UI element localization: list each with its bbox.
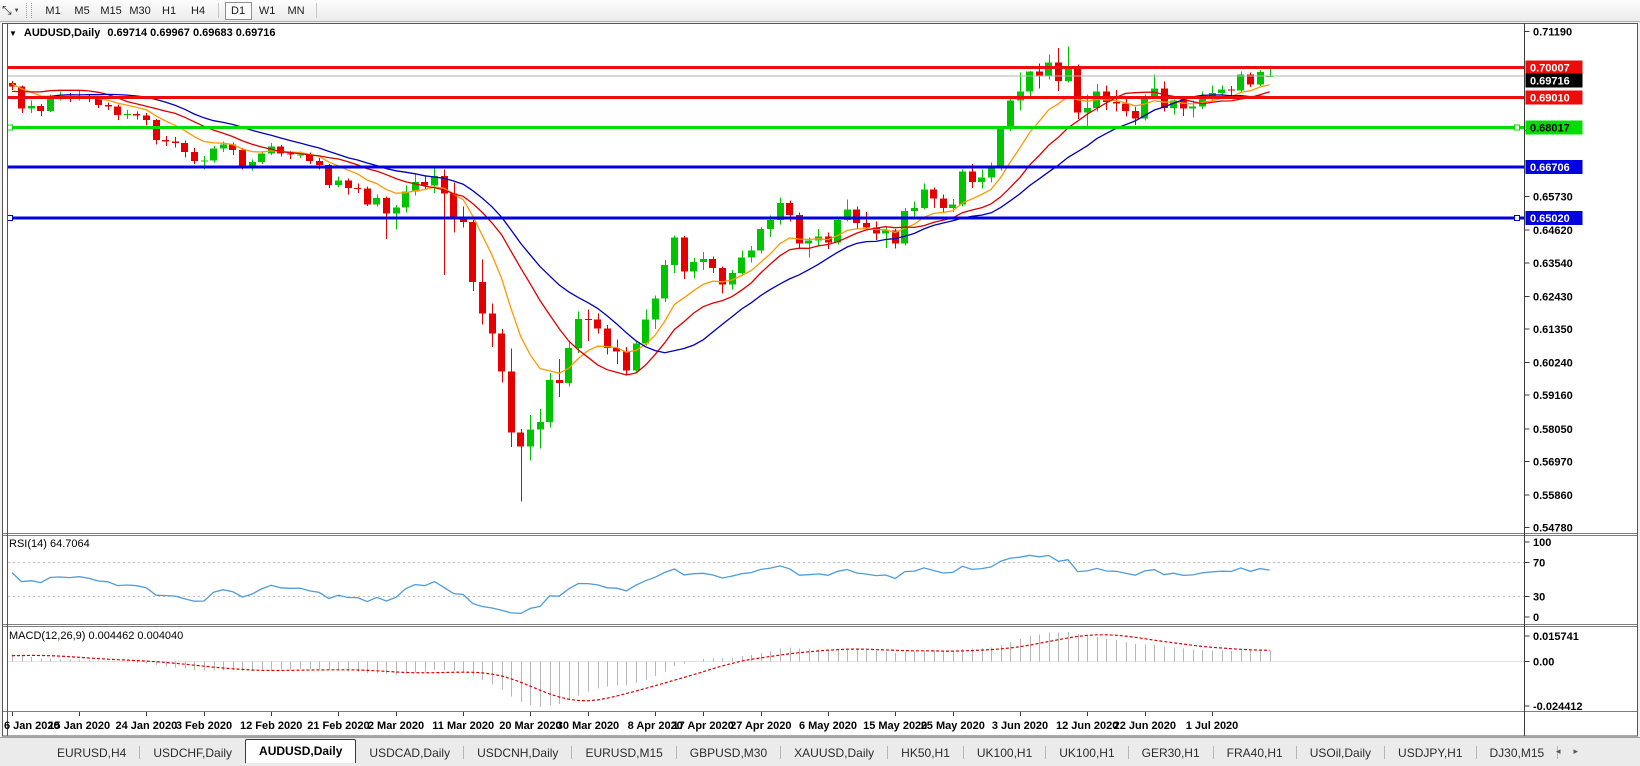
svg-text:3 Feb 2020: 3 Feb 2020 bbox=[176, 720, 232, 732]
chart-menu-arrow-icon[interactable]: ▼ bbox=[9, 28, 17, 39]
macd-indicator-label: MACD(12,26,9) 0.004462 0.004040 bbox=[9, 630, 184, 642]
tab-uk100-h1[interactable]: UK100,H1 bbox=[964, 743, 1045, 763]
svg-text:15 Jan 2020: 15 Jan 2020 bbox=[48, 720, 110, 732]
svg-text:0.65730: 0.65730 bbox=[1533, 192, 1573, 204]
price-label-0.65020: 0.65020 bbox=[1525, 211, 1583, 226]
tab-dj30-m15[interactable]: DJ30,M15 bbox=[1477, 743, 1558, 763]
tab-ger30-h1[interactable]: GER30,H1 bbox=[1129, 743, 1213, 763]
svg-text:100: 100 bbox=[1533, 537, 1551, 549]
cursor-tool-icon: ⤡ bbox=[2, 3, 12, 17]
price-label-0.68017: 0.68017 bbox=[1525, 120, 1583, 135]
trading-platform-window: ⤡ ▼ M1 M5 M15 M30 H1 H4 D1 W1 MN 0.71190… bbox=[0, 0, 1640, 766]
toolbar-separator bbox=[217, 3, 219, 18]
timeframes-toolbar: ⤡ ▼ M1 M5 M15 M30 H1 H4 D1 W1 MN bbox=[0, 0, 1640, 22]
tab-hk50-h1[interactable]: HK50,H1 bbox=[888, 743, 963, 763]
chart-tabs-bar: EURUSD,H4 USDCHF,Daily AUDUSD,Daily USDC… bbox=[0, 737, 1640, 766]
svg-text:0.69010: 0.69010 bbox=[1530, 92, 1570, 104]
svg-text:0.66706: 0.66706 bbox=[1530, 162, 1570, 174]
svg-text:27 Apr 2020: 27 Apr 2020 bbox=[730, 720, 791, 732]
svg-text:0.71190: 0.71190 bbox=[1533, 27, 1572, 39]
svg-text:0.62430: 0.62430 bbox=[1533, 291, 1573, 303]
svg-text:0.54780: 0.54780 bbox=[1533, 523, 1573, 535]
timeframe-w1-button[interactable]: W1 bbox=[254, 2, 281, 20]
tabs-scroll-left-button[interactable]: ◂ bbox=[1556, 746, 1561, 757]
svg-text:12 Feb 2020: 12 Feb 2020 bbox=[240, 720, 302, 732]
svg-text:30: 30 bbox=[1533, 592, 1545, 604]
svg-text:15 May 2020: 15 May 2020 bbox=[863, 720, 927, 732]
timeframe-m5-button[interactable]: M5 bbox=[69, 2, 96, 20]
timeframe-d1-button[interactable]: D1 bbox=[224, 1, 252, 20]
svg-text:70: 70 bbox=[1533, 558, 1545, 570]
price-label-0.69010: 0.69010 bbox=[1525, 90, 1583, 105]
tab-usdcad-daily[interactable]: USDCAD,Daily bbox=[356, 743, 463, 763]
tab-eurusd-m15[interactable]: EURUSD,M15 bbox=[572, 743, 675, 763]
chart-window-bg bbox=[2, 23, 1638, 736]
tab-fra40-h1[interactable]: FRA40,H1 bbox=[1214, 743, 1296, 763]
timeframe-m1-button[interactable]: M1 bbox=[40, 2, 67, 20]
svg-text:30 Mar 2020: 30 Mar 2020 bbox=[557, 720, 619, 732]
svg-text:0.61350: 0.61350 bbox=[1533, 324, 1573, 336]
toolbar-grip[interactable] bbox=[25, 3, 32, 18]
timeframe-m15-button[interactable]: M15 bbox=[98, 2, 125, 20]
tab-usdchf-daily[interactable]: USDCHF,Daily bbox=[140, 743, 245, 763]
tab-uk100-h1-2[interactable]: UK100,H1 bbox=[1046, 743, 1127, 763]
line-handle[interactable] bbox=[1514, 215, 1520, 222]
svg-text:6 May 2020: 6 May 2020 bbox=[799, 720, 857, 732]
tab-xauusd-daily[interactable]: XAUUSD,Daily bbox=[781, 743, 887, 763]
svg-text:21 Feb 2020: 21 Feb 2020 bbox=[307, 720, 369, 732]
svg-text:0: 0 bbox=[1533, 612, 1539, 624]
svg-text:0.64620: 0.64620 bbox=[1533, 225, 1573, 237]
tab-usdcnh-daily[interactable]: USDCNH,Daily bbox=[464, 743, 571, 763]
svg-text:0.58050: 0.58050 bbox=[1533, 424, 1573, 436]
svg-text:0.69716: 0.69716 bbox=[1530, 76, 1570, 88]
svg-text:25 May 2020: 25 May 2020 bbox=[921, 720, 985, 732]
svg-text:0.55860: 0.55860 bbox=[1533, 490, 1573, 502]
line-handle[interactable] bbox=[8, 215, 13, 222]
price-label-0.70007: 0.70007 bbox=[1525, 60, 1583, 75]
svg-text:0.70007: 0.70007 bbox=[1530, 62, 1570, 74]
svg-text:0.63540: 0.63540 bbox=[1533, 258, 1573, 270]
line-handle[interactable] bbox=[1514, 124, 1520, 131]
chart-title: ▼ AUDUSD,Daily 0.69714 0.69967 0.69683 0… bbox=[9, 27, 276, 39]
svg-text:-0.024412: -0.024412 bbox=[1533, 701, 1583, 713]
svg-text:0.00: 0.00 bbox=[1533, 656, 1554, 668]
svg-text:22 Jun 2020: 22 Jun 2020 bbox=[1114, 720, 1176, 732]
timeframe-m30-button[interactable]: M30 bbox=[127, 2, 154, 20]
tab-gbpusd-m30[interactable]: GBPUSD,M30 bbox=[677, 743, 780, 763]
timeframe-h4-button[interactable]: H4 bbox=[185, 2, 212, 20]
svg-text:0.68017: 0.68017 bbox=[1530, 122, 1570, 134]
toolbar-separator bbox=[315, 3, 317, 18]
tab-eurusd-h4[interactable]: EURUSD,H4 bbox=[44, 743, 139, 763]
svg-text:0.59160: 0.59160 bbox=[1533, 390, 1573, 402]
tabs-scroll-right-button[interactable]: ▸ bbox=[1573, 746, 1578, 757]
timeframe-mn-button[interactable]: MN bbox=[283, 2, 310, 20]
svg-text:2 Mar 2020: 2 Mar 2020 bbox=[368, 720, 424, 732]
chart-canvas[interactable]: 0.711900.679200.657300.646200.635400.624… bbox=[0, 0, 1640, 766]
cursor-tool-button[interactable]: ⤡ ▼ bbox=[0, 3, 23, 18]
svg-text:0.65020: 0.65020 bbox=[1530, 213, 1570, 225]
svg-text:0.015741: 0.015741 bbox=[1533, 631, 1579, 643]
svg-text:17 Apr 2020: 17 Apr 2020 bbox=[673, 720, 734, 732]
chart-ohlc-values: 0.69714 0.69967 0.69683 0.69716 bbox=[107, 27, 276, 39]
svg-text:11 Mar 2020: 11 Mar 2020 bbox=[432, 720, 494, 732]
chevron-down-icon[interactable]: ▼ bbox=[14, 8, 20, 14]
svg-text:0.60240: 0.60240 bbox=[1533, 358, 1573, 370]
svg-text:0.56970: 0.56970 bbox=[1533, 456, 1573, 468]
tab-usdjpy-h1[interactable]: USDJPY,H1 bbox=[1385, 743, 1475, 763]
svg-text:20 Mar 2020: 20 Mar 2020 bbox=[499, 720, 561, 732]
price-label-0.66706: 0.66706 bbox=[1525, 160, 1583, 175]
chart-symbol-period: AUDUSD,Daily bbox=[23, 27, 101, 39]
svg-text:3 Jun 2020: 3 Jun 2020 bbox=[992, 720, 1048, 732]
svg-text:12 Jun 2020: 12 Jun 2020 bbox=[1056, 720, 1118, 732]
tab-audusd-daily[interactable]: AUDUSD,Daily bbox=[245, 739, 357, 763]
svg-text:1 Jul 2020: 1 Jul 2020 bbox=[1186, 720, 1239, 732]
timeframe-h1-button[interactable]: H1 bbox=[156, 2, 183, 20]
rsi-indicator-label: RSI(14) 64.7064 bbox=[9, 538, 90, 550]
tab-usoil-daily[interactable]: USOil,Daily bbox=[1297, 743, 1384, 763]
line-handle[interactable] bbox=[8, 124, 13, 131]
svg-text:24 Jan 2020: 24 Jan 2020 bbox=[116, 720, 178, 732]
price-label-0.69716: 0.69716 bbox=[1525, 73, 1583, 88]
